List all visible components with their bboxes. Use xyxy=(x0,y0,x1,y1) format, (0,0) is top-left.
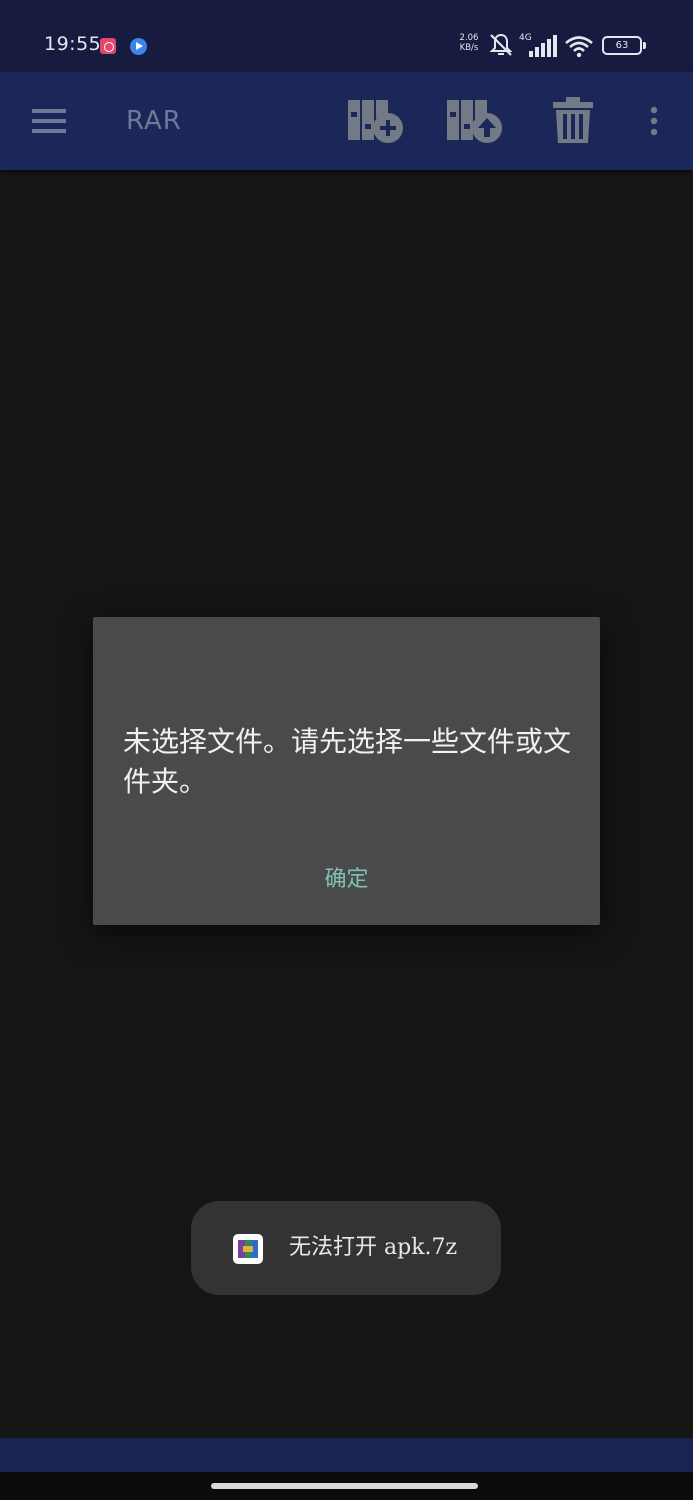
alert-dialog: 未选择文件。请先选择一些文件或文件夹。 确定 xyxy=(93,617,600,925)
status-time: 19:55 xyxy=(44,33,102,55)
toast-message: 无法打开 apk.7z xyxy=(289,1235,458,1260)
toast-notification: 无法打开 apk.7z xyxy=(191,1201,501,1295)
gesture-navigation-bar xyxy=(0,1472,693,1500)
app-notification-icon xyxy=(100,38,116,54)
bottom-bar xyxy=(0,1438,693,1472)
delete-icon[interactable] xyxy=(552,96,594,144)
rar-app-icon xyxy=(233,1234,263,1264)
network-speed: 2.06 KB/s xyxy=(456,33,482,53)
signal-icon xyxy=(529,35,557,57)
dialog-message: 未选择文件。请先选择一些文件或文件夹。 xyxy=(123,725,572,798)
ok-button[interactable]: 确定 xyxy=(93,857,600,903)
app-toolbar: RAR xyxy=(0,72,693,170)
video-notification-icon xyxy=(130,38,147,55)
battery-icon: 63 xyxy=(602,36,646,55)
battery-level: 63 xyxy=(615,40,629,51)
app-title: RAR xyxy=(126,106,182,136)
network-speed-value: 2.06 xyxy=(459,33,479,43)
add-to-archive-icon[interactable] xyxy=(346,98,406,144)
menu-icon[interactable] xyxy=(32,108,66,134)
home-gesture-handle[interactable] xyxy=(211,1483,478,1489)
status-bar: 19:55 2.06 KB/s 4G 63 xyxy=(0,0,693,72)
mute-icon xyxy=(489,33,513,56)
more-options-icon[interactable] xyxy=(648,106,660,136)
wifi-icon xyxy=(565,36,593,58)
extract-icon[interactable] xyxy=(445,98,505,144)
network-speed-unit: KB/s xyxy=(459,43,479,53)
